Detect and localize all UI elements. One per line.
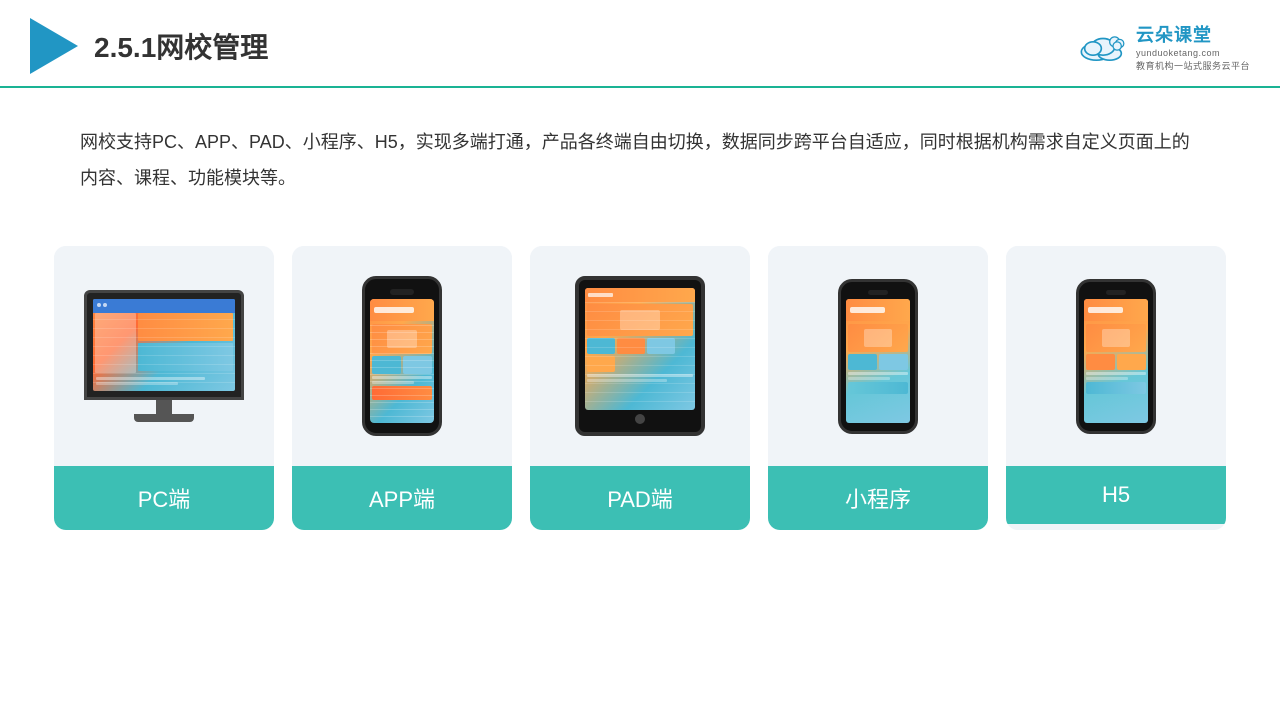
description-paragraph: 网校支持PC、APP、PAD、小程序、H5，实现多端打通，产品各终端自由切换，数… [80,124,1200,196]
card-app-image [292,246,512,466]
description-text: 网校支持PC、APP、PAD、小程序、H5，实现多端打通，产品各终端自由切换，数… [0,88,1280,216]
brand-triangle-icon [30,18,78,74]
card-pad-label: PAD端 [530,466,750,530]
card-h5: H5 [1006,246,1226,530]
card-pad: PAD端 [530,246,750,530]
h5-phone-icon [1076,279,1156,434]
header-right: 云朵课堂 yunduoketang.com 教育机构一站式服务云平台 [1078,21,1250,72]
pad-tablet-icon [575,276,705,436]
card-h5-image [1006,246,1226,466]
card-pc: PC端 [54,246,274,530]
card-app-label: APP端 [292,466,512,530]
miniprogram-phone-icon [838,279,918,434]
app-phone-icon [362,276,442,436]
cards-container: PC端 [0,226,1280,560]
page-title: 2.5.1网校管理 [94,26,268,66]
pc-monitor-icon [79,290,249,422]
card-pad-image [530,246,750,466]
logo-sub-text: yunduoketang.com [1136,48,1220,58]
card-miniprogram: 小程序 [768,246,988,530]
card-pc-image [54,246,274,466]
card-pc-label: PC端 [54,466,274,530]
cloud-icon [1078,28,1128,64]
card-h5-label: H5 [1006,466,1226,524]
header-left: 2.5.1网校管理 [30,18,268,74]
card-miniprogram-image [768,246,988,466]
logo-text-block: 云朵课堂 yunduoketang.com 教育机构一站式服务云平台 [1136,21,1250,72]
card-app: APP端 [292,246,512,530]
logo-tagline: 教育机构一站式服务云平台 [1136,59,1250,72]
brand-logo: 云朵课堂 yunduoketang.com 教育机构一站式服务云平台 [1078,21,1250,72]
header: 2.5.1网校管理 云朵课堂 yunduoketang.com 教育机构一站式服… [0,0,1280,88]
card-miniprogram-label: 小程序 [768,466,988,530]
logo-main-text: 云朵课堂 [1136,21,1212,47]
